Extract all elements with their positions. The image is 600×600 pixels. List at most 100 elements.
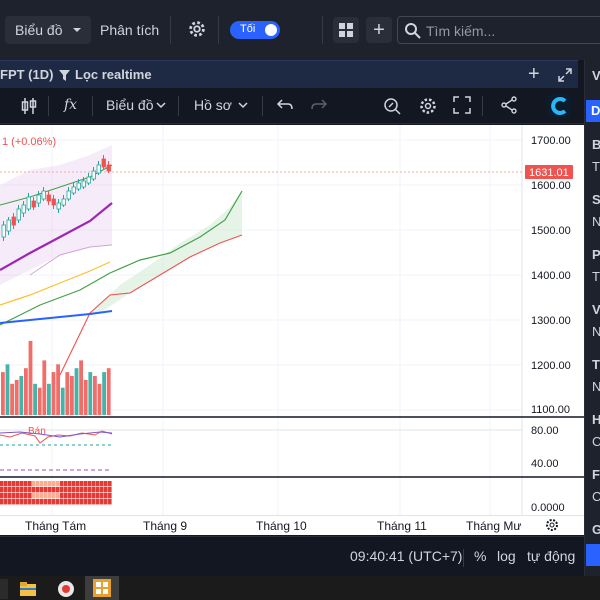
time-tick: Tháng Mười [466, 519, 522, 533]
settings-icon[interactable] [418, 96, 438, 116]
profile-menu[interactable]: Hồ sơ [194, 97, 232, 113]
volume-bar [14, 379, 19, 415]
price-chart[interactable]: Bán 1 (+0.06%) 1700.00 1600.00 1500.00 1… [0, 125, 584, 535]
fullscreen-icon[interactable] [453, 96, 471, 114]
add-panel-icon[interactable]: + [528, 63, 540, 86]
add-button[interactable]: + [366, 17, 392, 43]
heat-cell [20, 493, 24, 499]
candle-body [101, 158, 106, 168]
heat-cell [100, 493, 104, 499]
filter-icon [59, 70, 70, 81]
rsi-tick: 40.00 [531, 458, 559, 470]
indicators-fx-icon[interactable]: fx [64, 97, 77, 113]
heat-cell [68, 499, 72, 505]
search-icon [405, 23, 421, 39]
chevron-down-icon [73, 28, 81, 32]
log-toggle[interactable]: log [497, 548, 516, 564]
panel-action-button[interactable] [586, 544, 600, 566]
right-side-panel: V D B T S N P T V N T N H C F C G [584, 60, 600, 576]
candle-body [36, 194, 41, 204]
chart-plot-area[interactable]: Bán 1 (+0.06%) 1700.00 1600.00 1500.00 1… [0, 125, 584, 535]
heat-cell [24, 499, 28, 505]
heat-cell [28, 499, 32, 505]
candlestick-icon[interactable] [20, 96, 38, 116]
share-icon[interactable] [500, 96, 518, 114]
price-tick: 1500.00 [531, 225, 571, 237]
heat-cell [12, 487, 16, 493]
layout-grid-button[interactable] [333, 17, 359, 43]
magic-search-icon[interactable] [382, 96, 402, 116]
heat-cell [88, 487, 92, 493]
active-app-slot[interactable] [85, 576, 119, 600]
undo-icon[interactable] [276, 96, 294, 114]
heat-cell [40, 499, 44, 505]
volume-bars [1, 340, 111, 415]
axis-settings-icon[interactable] [545, 518, 559, 532]
chart-menu[interactable]: Biểu đồ [106, 97, 153, 113]
panel-active-item[interactable]: D [586, 100, 600, 122]
panel-item-letter: N [592, 324, 600, 339]
panel-item-letter: S [592, 192, 600, 207]
gear-icon[interactable] [186, 18, 208, 40]
price-tick: 1100.00 [531, 404, 570, 416]
volume-bar [70, 376, 74, 415]
panel-item-letter: H [592, 412, 600, 427]
divider [48, 96, 49, 116]
heat-cell [80, 487, 84, 493]
search-input[interactable]: Tìm kiếm... [397, 16, 600, 44]
folder-icon[interactable] [18, 579, 38, 599]
chart-type-select[interactable]: Biểu đồ [5, 16, 91, 44]
chart-type-label: Biểu đồ [15, 22, 63, 38]
volume-bar [1, 372, 5, 415]
volume-bar [33, 383, 37, 415]
panel-item-letter[interactable]: V [592, 68, 600, 83]
heat-cell [8, 487, 12, 493]
heat-cell [84, 499, 88, 505]
clock-timezone[interactable]: 09:40:41 (UTC+7) [350, 548, 462, 564]
heat-tick: 0.0000 [531, 502, 565, 514]
heat-cell [4, 493, 8, 499]
candle-body [11, 216, 16, 226]
top-bar: Biểu đồ Phân tích Tối + Tìm kiếm... [0, 0, 600, 60]
redo-icon[interactable] [310, 96, 328, 114]
volume-bar [97, 383, 102, 415]
analysis-menu[interactable]: Phân tích [100, 22, 159, 38]
heat-cell [20, 499, 24, 505]
search-placeholder: Tìm kiếm... [426, 23, 496, 39]
browser-icon[interactable] [56, 579, 76, 599]
divider [92, 96, 93, 116]
heat-cell [60, 481, 64, 487]
candle-body [96, 164, 101, 174]
panel-item-letter: C [592, 489, 600, 504]
heat-cell [52, 481, 56, 487]
heat-cell [48, 493, 52, 499]
rsi-tick: 80.00 [531, 425, 559, 437]
heat-cell [68, 493, 72, 499]
volume-bar [51, 372, 56, 415]
bottom-bar: 09:40:41 (UTC+7) % log tự động [0, 536, 584, 576]
heat-cell [48, 481, 52, 487]
heat-cell [0, 493, 4, 499]
taskbar-icon[interactable] [0, 579, 8, 599]
theme-toggle[interactable]: Tối [230, 21, 280, 39]
heat-cell [52, 493, 56, 499]
price-tick: 1400.00 [531, 270, 571, 282]
volume-bar [65, 372, 70, 415]
auto-scale-toggle[interactable]: tự động [527, 548, 575, 564]
heat-cell [104, 493, 108, 499]
panel-item-letter: T [592, 159, 600, 174]
expand-icon[interactable] [557, 67, 573, 83]
percent-toggle[interactable]: % [474, 548, 486, 564]
volume-bar [106, 368, 111, 415]
divider [262, 96, 263, 116]
chart-toolbar: fx Biểu đồ Hồ sơ [0, 88, 584, 124]
heat-cell [96, 481, 100, 487]
rsi-signal-label: Bán [28, 426, 46, 437]
heat-cell [84, 487, 88, 493]
heat-cell [92, 481, 96, 487]
heat-cell [32, 487, 36, 493]
heat-cell [16, 481, 20, 487]
heat-cell [84, 493, 88, 499]
realtime-filter[interactable]: Lọc realtime [75, 67, 152, 82]
grid-icon [339, 23, 353, 37]
